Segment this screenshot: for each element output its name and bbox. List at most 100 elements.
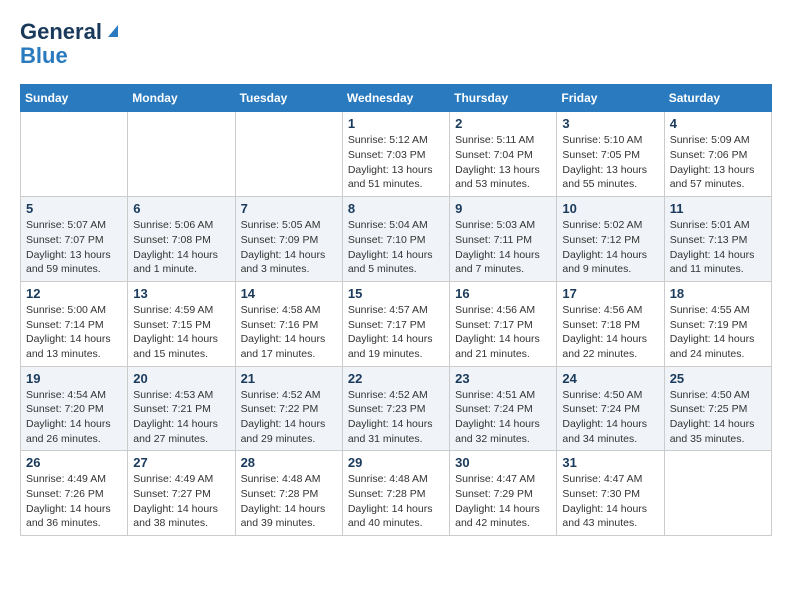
calendar-cell: 19 Sunrise: 4:54 AMSunset: 7:20 PMDayligh… <box>21 366 128 451</box>
day-number: 19 <box>26 371 122 386</box>
day-info: Sunrise: 5:01 AMSunset: 7:13 PMDaylight:… <box>670 218 766 277</box>
calendar-row-4: 19 Sunrise: 4:54 AMSunset: 7:20 PMDayligh… <box>21 366 772 451</box>
header-saturday: Saturday <box>664 85 771 112</box>
header-monday: Monday <box>128 85 235 112</box>
calendar-cell: 3 Sunrise: 5:10 AMSunset: 7:05 PMDaylight… <box>557 112 664 197</box>
calendar-cell: 13 Sunrise: 4:59 AMSunset: 7:15 PMDayligh… <box>128 281 235 366</box>
day-number: 14 <box>241 286 337 301</box>
calendar-cell: 21Sunrise: 4:52 AMSunset: 7:22 PMDayligh… <box>235 366 342 451</box>
day-number: 25 <box>670 371 766 386</box>
day-number: 2 <box>455 116 551 131</box>
logo: General Blue <box>20 20 122 68</box>
calendar-cell <box>21 112 128 197</box>
calendar-cell <box>664 451 771 536</box>
header-sunday: Sunday <box>21 85 128 112</box>
calendar-cell: 12Sunrise: 5:00 AMSunset: 7:14 PMDayligh… <box>21 281 128 366</box>
day-info: Sunrise: 4:55 AMSunset: 7:19 PMDaylight:… <box>670 303 766 362</box>
day-number: 18 <box>670 286 766 301</box>
logo-blue: Blue <box>20 44 68 68</box>
calendar-cell: 9 Sunrise: 5:03 AMSunset: 7:11 PMDaylight… <box>450 197 557 282</box>
day-number: 22 <box>348 371 444 386</box>
day-info: Sunrise: 4:47 AMSunset: 7:29 PMDaylight:… <box>455 472 551 531</box>
calendar-cell: 30 Sunrise: 4:47 AMSunset: 7:29 PMDayligh… <box>450 451 557 536</box>
day-info: Sunrise: 4:58 AMSunset: 7:16 PMDaylight:… <box>241 303 337 362</box>
day-info: Sunrise: 4:52 AMSunset: 7:22 PMDaylight:… <box>241 388 337 447</box>
day-info: Sunrise: 5:04 AMSunset: 7:10 PMDaylight:… <box>348 218 444 277</box>
day-number: 24 <box>562 371 658 386</box>
calendar-row-2: 5 Sunrise: 5:07 AMSunset: 7:07 PMDaylight… <box>21 197 772 282</box>
logo-icon <box>104 21 122 39</box>
day-info: Sunrise: 4:49 AMSunset: 7:26 PMDaylight:… <box>26 472 122 531</box>
day-number: 3 <box>562 116 658 131</box>
day-info: Sunrise: 4:57 AMSunset: 7:17 PMDaylight:… <box>348 303 444 362</box>
day-info: Sunrise: 4:50 AMSunset: 7:25 PMDaylight:… <box>670 388 766 447</box>
day-number: 15 <box>348 286 444 301</box>
day-info: Sunrise: 5:00 AMSunset: 7:14 PMDaylight:… <box>26 303 122 362</box>
day-info: Sunrise: 5:07 AMSunset: 7:07 PMDaylight:… <box>26 218 122 277</box>
day-number: 30 <box>455 455 551 470</box>
day-number: 23 <box>455 371 551 386</box>
day-info: Sunrise: 5:03 AMSunset: 7:11 PMDaylight:… <box>455 218 551 277</box>
day-number: 13 <box>133 286 229 301</box>
day-info: Sunrise: 5:11 AMSunset: 7:04 PMDaylight:… <box>455 133 551 192</box>
calendar-cell: 17 Sunrise: 4:56 AMSunset: 7:18 PMDayligh… <box>557 281 664 366</box>
calendar-cell: 25 Sunrise: 4:50 AMSunset: 7:25 PMDayligh… <box>664 366 771 451</box>
calendar-cell: 14 Sunrise: 4:58 AMSunset: 7:16 PMDayligh… <box>235 281 342 366</box>
day-info: Sunrise: 5:12 AMSunset: 7:03 PMDaylight:… <box>348 133 444 192</box>
page-header: General Blue <box>20 20 772 68</box>
day-info: Sunrise: 5:05 AMSunset: 7:09 PMDaylight:… <box>241 218 337 277</box>
day-number: 10 <box>562 201 658 216</box>
calendar-cell: 18 Sunrise: 4:55 AMSunset: 7:19 PMDayligh… <box>664 281 771 366</box>
header-wednesday: Wednesday <box>342 85 449 112</box>
day-info: Sunrise: 4:48 AMSunset: 7:28 PMDaylight:… <box>348 472 444 531</box>
day-number: 26 <box>26 455 122 470</box>
day-info: Sunrise: 4:52 AMSunset: 7:23 PMDaylight:… <box>348 388 444 447</box>
day-number: 9 <box>455 201 551 216</box>
calendar-cell: 16 Sunrise: 4:56 AMSunset: 7:17 PMDayligh… <box>450 281 557 366</box>
calendar-cell <box>235 112 342 197</box>
day-number: 4 <box>670 116 766 131</box>
day-info: Sunrise: 5:02 AMSunset: 7:12 PMDaylight:… <box>562 218 658 277</box>
calendar-cell: 8 Sunrise: 5:04 AMSunset: 7:10 PMDaylight… <box>342 197 449 282</box>
header-friday: Friday <box>557 85 664 112</box>
calendar-cell: 6Sunrise: 5:06 AMSunset: 7:08 PMDaylight… <box>128 197 235 282</box>
day-info: Sunrise: 4:48 AMSunset: 7:28 PMDaylight:… <box>241 472 337 531</box>
calendar-cell: 4 Sunrise: 5:09 AMSunset: 7:06 PMDaylight… <box>664 112 771 197</box>
logo-general: General <box>20 20 102 44</box>
day-info: Sunrise: 4:50 AMSunset: 7:24 PMDaylight:… <box>562 388 658 447</box>
day-number: 28 <box>241 455 337 470</box>
calendar-cell: 2 Sunrise: 5:11 AMSunset: 7:04 PMDaylight… <box>450 112 557 197</box>
day-number: 27 <box>133 455 229 470</box>
day-info: Sunrise: 5:10 AMSunset: 7:05 PMDaylight:… <box>562 133 658 192</box>
calendar-row-3: 12Sunrise: 5:00 AMSunset: 7:14 PMDayligh… <box>21 281 772 366</box>
day-info: Sunrise: 4:59 AMSunset: 7:15 PMDaylight:… <box>133 303 229 362</box>
header-thursday: Thursday <box>450 85 557 112</box>
day-info: Sunrise: 4:49 AMSunset: 7:27 PMDaylight:… <box>133 472 229 531</box>
calendar-cell: 1 Sunrise: 5:12 AMSunset: 7:03 PMDaylight… <box>342 112 449 197</box>
calendar-cell: 10 Sunrise: 5:02 AMSunset: 7:12 PMDayligh… <box>557 197 664 282</box>
day-number: 20 <box>133 371 229 386</box>
calendar-cell: 23Sunrise: 4:51 AMSunset: 7:24 PMDayligh… <box>450 366 557 451</box>
day-number: 16 <box>455 286 551 301</box>
calendar-cell: 29Sunrise: 4:48 AMSunset: 7:28 PMDayligh… <box>342 451 449 536</box>
calendar-cell: 22 Sunrise: 4:52 AMSunset: 7:23 PMDayligh… <box>342 366 449 451</box>
day-info: Sunrise: 5:06 AMSunset: 7:08 PMDaylight:… <box>133 218 229 277</box>
day-info: Sunrise: 4:56 AMSunset: 7:18 PMDaylight:… <box>562 303 658 362</box>
calendar-cell: 27 Sunrise: 4:49 AMSunset: 7:27 PMDayligh… <box>128 451 235 536</box>
day-info: Sunrise: 4:54 AMSunset: 7:20 PMDaylight:… <box>26 388 122 447</box>
calendar-cell: 5 Sunrise: 5:07 AMSunset: 7:07 PMDaylight… <box>21 197 128 282</box>
day-number: 31 <box>562 455 658 470</box>
day-number: 17 <box>562 286 658 301</box>
day-number: 5 <box>26 201 122 216</box>
day-number: 1 <box>348 116 444 131</box>
days-header-row: SundayMondayTuesdayWednesdayThursdayFrid… <box>21 85 772 112</box>
calendar-cell: 31 Sunrise: 4:47 AMSunset: 7:30 PMDayligh… <box>557 451 664 536</box>
day-info: Sunrise: 4:53 AMSunset: 7:21 PMDaylight:… <box>133 388 229 447</box>
day-number: 8 <box>348 201 444 216</box>
day-info: Sunrise: 4:56 AMSunset: 7:17 PMDaylight:… <box>455 303 551 362</box>
day-info: Sunrise: 5:09 AMSunset: 7:06 PMDaylight:… <box>670 133 766 192</box>
calendar-cell: 24 Sunrise: 4:50 AMSunset: 7:24 PMDayligh… <box>557 366 664 451</box>
day-info: Sunrise: 4:47 AMSunset: 7:30 PMDaylight:… <box>562 472 658 531</box>
calendar-table: SundayMondayTuesdayWednesdayThursdayFrid… <box>20 84 772 536</box>
calendar-row-1: 1 Sunrise: 5:12 AMSunset: 7:03 PMDaylight… <box>21 112 772 197</box>
